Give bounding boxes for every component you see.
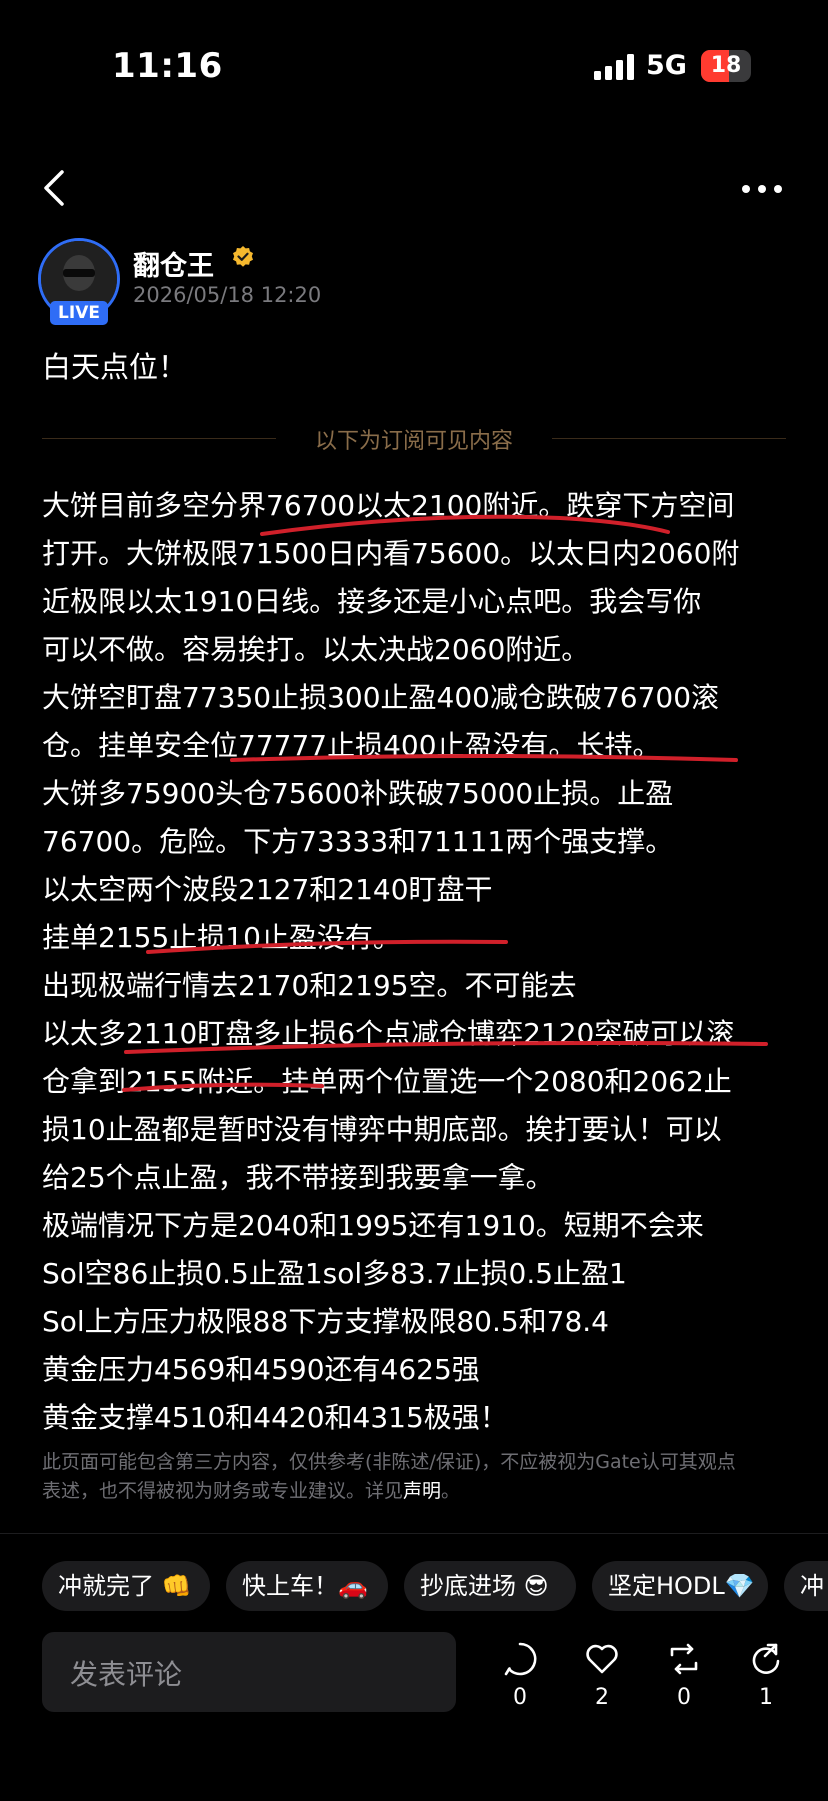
post-line: 黄金支撑4510和4420和4315极强！ xyxy=(42,1401,508,1434)
live-badge: LIVE xyxy=(50,301,108,325)
network-type: 5G xyxy=(646,50,687,81)
disclaimer-line: 表述，也不得被视为财务或专业建议。详见 xyxy=(42,1480,404,1502)
bottom-separator xyxy=(0,1533,828,1534)
quick-reply-chip[interactable]: 抄底进场 😎 xyxy=(404,1561,576,1611)
disclaimer-end: 。 xyxy=(441,1480,461,1502)
post-line: 仓。挂单安全位77777止损400止盈没有。长持。 xyxy=(42,729,661,762)
divider-left xyxy=(42,438,276,439)
disclaimer-link[interactable]: 声明 xyxy=(403,1480,441,1502)
post-line: 大饼多75900头仓75600补跌破75000止损。止盈 xyxy=(42,777,674,810)
post-line: 极端情况下方是2040和1995还有1910。短期不会来 xyxy=(42,1209,704,1242)
quick-reply-chip[interactable]: 冲就完了 👊 xyxy=(42,1561,210,1611)
heart-icon[interactable] xyxy=(584,1641,620,1677)
quick-reply-chip[interactable]: 坚定HODL💎 xyxy=(592,1561,768,1611)
repost-count: 0 xyxy=(677,1685,691,1710)
post-line: 近极限以太1910日线。接多还是小心点吧。我会写你 xyxy=(42,585,702,618)
post-line: 损10止盈都是暂时没有博弈中期底部。挨打要认！可以 xyxy=(42,1113,722,1146)
post-line: Sol空86止损0.5止盈1sol多83.7止损0.5止盈1 xyxy=(42,1257,627,1290)
verified-badge-icon xyxy=(233,246,253,267)
post-timestamp: 2026/05/18 12:20 xyxy=(133,283,322,307)
status-time: 11:16 xyxy=(112,46,223,86)
post-line: 挂单2155止损10止盈没有。 xyxy=(42,921,401,954)
like-count: 2 xyxy=(595,1685,609,1710)
battery-indicator: 18 xyxy=(701,50,751,82)
comment-count: 0 xyxy=(513,1685,527,1710)
post-line: 打开。大饼极限71500日内看75600。以太日内2060附 xyxy=(42,537,740,570)
comment-icon[interactable] xyxy=(502,1641,538,1677)
post-line: 仓拿到2155附近。挂单两个位置选一个2080和2062止 xyxy=(42,1065,732,1098)
post-line: 可以不做。容易挨打。以太决战2060附近。 xyxy=(42,633,590,666)
post-line: 给25个点止盈，我不带接到我要拿一拿。 xyxy=(42,1161,554,1194)
quick-reply-chip[interactable]: 快上车！🚗 xyxy=(226,1561,388,1611)
divider-right xyxy=(552,438,786,439)
disclaimer: 此页面可能包含第三方内容，仅供参考(非陈述/保证)，不应被视为Gate认可其观点… xyxy=(42,1448,792,1506)
post-line: Sol上方压力极限88下方支撑极限80.5和78.4 xyxy=(42,1305,610,1338)
comment-placeholder: 发表评论 xyxy=(70,1658,183,1691)
post-line: 出现极端行情去2170和2195空。不可能去 xyxy=(42,969,577,1002)
post-body: 大饼目前多空分界76700以太2100附近。跌穿下方空间 打开。大饼极限7150… xyxy=(42,482,794,1442)
share-icon[interactable] xyxy=(748,1641,784,1677)
repost-icon[interactable] xyxy=(666,1641,702,1677)
subscription-divider-label: 以下为订阅可见内容 xyxy=(314,429,513,454)
quick-reply-chip[interactable]: 冲 xyxy=(784,1561,828,1611)
disclaimer-line: 此页面可能包含第三方内容，仅供参考(非陈述/保证)，不应被视为Gate认可其观点 xyxy=(42,1451,736,1473)
battery-level: 18 xyxy=(710,53,742,78)
post-line: 大饼空盯盘77350止损300止盈400减仓跌破76700滚 xyxy=(42,681,720,714)
post-line: 大饼目前多空分界76700以太2100附近。跌穿下方空间 xyxy=(42,489,735,522)
post-line: 以太空两个波段2127和2140盯盘干 xyxy=(42,873,493,906)
post-line: 以太多2110盯盘多止损6个点减仓博弈2120突破可以滚 xyxy=(42,1017,735,1050)
post-line: 黄金压力4569和4590还有4625强 xyxy=(42,1353,480,1386)
author-name[interactable]: 翻仓王 xyxy=(133,244,214,283)
cellular-signal-icon xyxy=(594,54,634,80)
more-dots-icon[interactable] xyxy=(741,184,783,194)
chevron-left-icon[interactable] xyxy=(40,168,70,208)
share-count: 1 xyxy=(759,1685,773,1710)
post-intro: 白天点位！ xyxy=(42,350,188,384)
post-line: 76700。危险。下方73333和71111两个强支撑。 xyxy=(42,825,674,858)
